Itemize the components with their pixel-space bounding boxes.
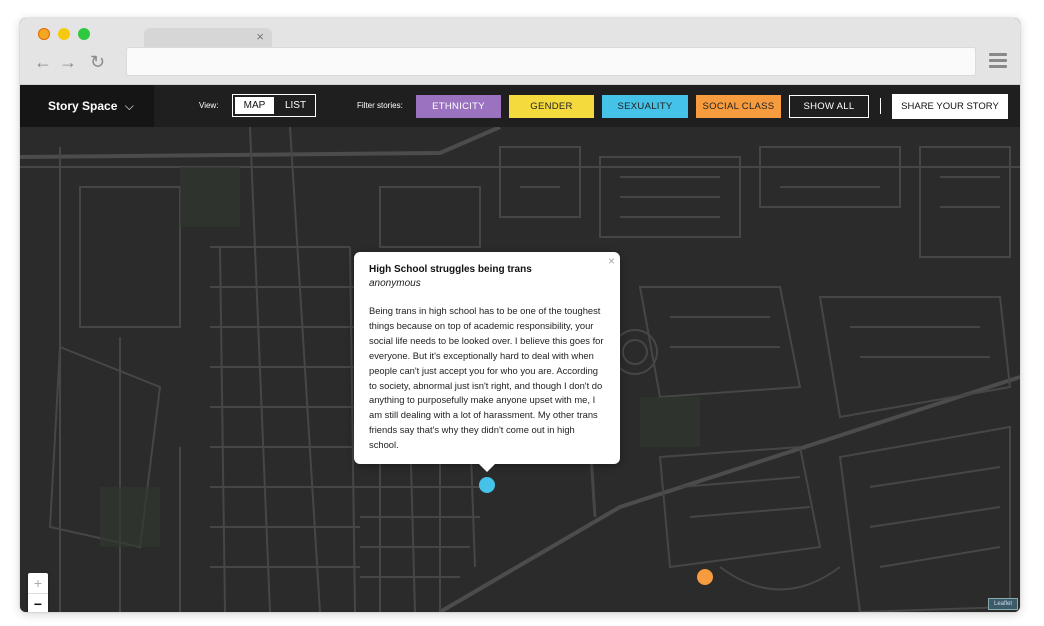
view-toggle: MAP LIST [232,94,316,117]
filter-sexuality-button[interactable]: SEXUALITY [602,95,688,118]
story-body: Being trans in high school has to be one… [369,305,604,451]
view-map-button[interactable]: MAP [235,97,274,114]
share-your-story-button[interactable]: SHARE YOUR STORY [892,94,1008,119]
filter-gender-button[interactable]: GENDER [509,95,594,118]
chevron-down-icon: ⌵ [124,99,134,113]
zoom-out-button[interactable]: − [28,594,48,612]
window-close-dot[interactable] [38,28,50,40]
story-marker-social-class[interactable] [697,569,713,585]
story-title: High School struggles being trans [369,264,532,275]
app-header: Story Space ⌵ View: MAP LIST Filter stor… [20,85,1020,127]
zoom-control: + − [28,573,48,612]
story-author: anonymous [369,278,421,289]
window-minimize-dot[interactable] [58,28,70,40]
brand-label: Story Space [48,99,118,113]
browser-window: × ← → ↻ Story Space ⌵ View: MAP LIST Fil… [20,18,1020,612]
map-attribution[interactable]: Leaflet [988,598,1018,610]
forward-arrow-icon[interactable]: → [59,52,77,72]
story-popup: × High School struggles being trans anon… [354,252,620,472]
browser-chrome: × ← → ↻ [20,18,1020,85]
map-view[interactable]: × High School struggles being trans anon… [20,127,1020,612]
filter-social-class-button[interactable]: SOCIAL CLASS [696,95,781,118]
hamburger-menu-icon[interactable] [989,53,1007,71]
view-label: View: [199,101,219,110]
address-bar[interactable] [126,47,976,76]
view-list-button[interactable]: LIST [276,95,315,116]
popup-pointer [479,464,495,472]
tab-close-icon[interactable]: × [256,29,264,44]
show-all-button[interactable]: SHOW ALL [789,95,869,118]
filter-ethnicity-button[interactable]: ETHNICITY [416,95,501,118]
back-arrow-icon[interactable]: ← [34,52,52,72]
reload-icon[interactable]: ↻ [90,52,105,72]
header-divider [880,98,881,114]
story-marker-sexuality[interactable] [479,477,495,493]
browser-tab[interactable]: × [144,28,272,48]
popup-close-icon[interactable]: × [608,254,615,268]
window-maximize-dot[interactable] [78,28,90,40]
filter-stories-label: Filter stories: [357,101,403,110]
story-space-menu[interactable]: Story Space ⌵ [20,85,154,127]
zoom-in-button[interactable]: + [28,573,48,594]
